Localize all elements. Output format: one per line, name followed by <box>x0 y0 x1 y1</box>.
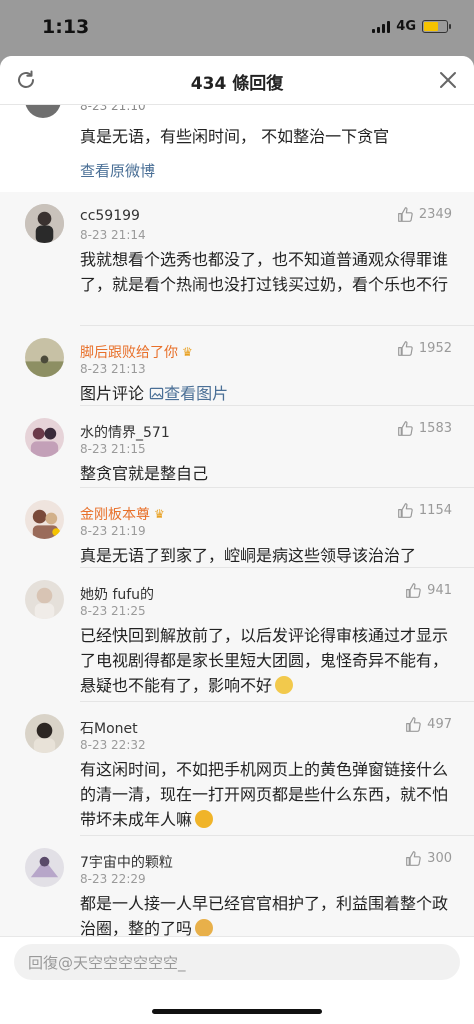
reply-input[interactable]: 回復@天空空空空空空_ <box>14 944 460 980</box>
comment-list: cc59199 8-23 21:14 2349 我就想看个选秀也都没了，也不知道… <box>0 192 474 936</box>
comment-text-label: 有这闲时间，不如把手机网页上的黄色弹窗链接什么的清一清，现在一打开网页都是些什么… <box>80 760 449 829</box>
like-button[interactable]: 2349 <box>397 206 452 223</box>
view-image-label: 查看图片 <box>164 384 229 403</box>
avatar[interactable] <box>25 204 64 243</box>
thumbs-up-icon <box>398 421 413 436</box>
comment-text-label: 都是一人接一人早已经官官相护了，利益围着整个政治圈，整的了吗 <box>80 894 449 936</box>
like-button[interactable]: 1583 <box>397 420 452 437</box>
user-name-text: 金刚板本尊 <box>80 507 150 523</box>
status-time: 1:13 <box>42 16 90 38</box>
list-item: 她奶 fufu的 8-23 21:25 941 已经快回到解放前了，以后发评论得… <box>0 568 474 702</box>
comment-text: 我就想看个选秀也都没了，也不知道普通观众得罪谁了，就是看个热闹也没打过钱买过奶，… <box>80 250 449 294</box>
thumbs-up-icon <box>406 583 421 598</box>
status-icons: 4G <box>372 19 451 34</box>
sheet-header: 434 條回復 <box>0 56 474 105</box>
list-item: 7宇宙中的颗粒 8-23 22:29 300 都是一人接一人早已经官官相护了，利… <box>0 836 474 936</box>
status-bar: 1:13 4G <box>0 0 474 56</box>
user-name[interactable]: 水的情界_571 <box>80 422 170 442</box>
user-name[interactable]: 她奶 fufu的 <box>80 584 154 604</box>
sweat-smile-emoji-icon <box>275 676 294 694</box>
avatar[interactable] <box>25 848 64 887</box>
user-name[interactable]: 石Monet <box>80 718 138 738</box>
like-button[interactable]: 497 <box>405 716 452 733</box>
image-icon <box>149 387 164 400</box>
list-item: 金刚板本尊 ♛ 8-23 21:19 1154 真是无语了到家了，崆峒是病这些领导… <box>0 488 474 568</box>
crown-icon: ♛ <box>182 345 193 359</box>
like-button[interactable]: 300 <box>405 850 452 867</box>
comment-text: 已经快回到解放前了，以后发评论得审核通过才显示了电视剧得都是家长里短大团圆，鬼怪… <box>80 623 452 698</box>
comment-time: 8-23 22:29 <box>80 872 146 886</box>
user-name[interactable]: cc59199 <box>80 208 140 224</box>
like-count: 941 <box>427 583 452 598</box>
like-button[interactable]: 1952 <box>397 340 452 357</box>
reply-bar: 回復@天空空空空空空_ <box>0 936 474 1024</box>
comment-text: 真是无语了到家了，崆峒是病这些领导该治治了 <box>80 546 417 565</box>
comment-time: 8-23 21:14 <box>80 228 146 242</box>
list-item: cc59199 8-23 21:14 2349 我就想看个选秀也都没了，也不知道… <box>0 192 474 326</box>
like-button[interactable]: 1154 <box>397 502 452 519</box>
thumbs-up-icon <box>406 717 421 732</box>
battery-icon <box>422 20 451 33</box>
comment-text: 都是一人接一人早已经官官相护了，利益围着整个政治圈，整的了吗 <box>80 891 452 936</box>
comment-text: 图片评论 查看图片 <box>80 381 452 406</box>
comment-time: 8-23 22:32 <box>80 738 146 752</box>
battery-level <box>424 22 438 31</box>
comment-text: 整贪官就是整自己 <box>80 464 209 483</box>
signal-icon <box>372 20 391 33</box>
avatar[interactable] <box>25 338 64 377</box>
close-icon <box>440 72 456 88</box>
comment-time: 8-23 21:13 <box>80 362 146 376</box>
avatar[interactable] <box>25 580 64 619</box>
like-count: 2349 <box>418 207 452 222</box>
view-image-link[interactable]: 查看图片 <box>149 384 228 403</box>
comment-time: 8-23 21:10 <box>80 104 146 113</box>
comment-text-label: 已经快回到解放前了，以后发评论得审核通过才显示了电视剧得都是家长里短大团圆，鬼怪… <box>80 626 449 695</box>
user-name[interactable]: 金刚板本尊 ♛ <box>80 504 165 524</box>
avatar[interactable] <box>25 418 64 457</box>
like-count: 1952 <box>418 341 452 356</box>
like-count: 497 <box>427 717 452 732</box>
list-item: 水的情界_571 8-23 21:15 1583 整贪官就是整自己 <box>0 406 474 488</box>
replies-sheet: 434 條回復 8-23 21:10 真是无语，有些闲时间， 不如整治一下贪官 … <box>0 56 474 1024</box>
list-item: 石Monet 8-23 22:32 497 有这闲时间，不如把手机网页上的黄色弹… <box>0 702 474 836</box>
comment-text-label: 图片评论 <box>80 384 145 403</box>
like-count: 300 <box>427 851 452 866</box>
yum-emoji-icon <box>195 810 214 828</box>
like-count: 1154 <box>418 503 452 518</box>
thumbs-up-icon <box>398 207 413 222</box>
page-title: 434 條回復 <box>190 74 284 94</box>
comment-text: 有这闲时间，不如把手机网页上的黄色弹窗链接什么的清一清，现在一打开网页都是些什么… <box>80 757 452 832</box>
comment-text: 真是无语，有些闲时间， 不如整治一下贪官 <box>80 127 390 146</box>
thumbs-up-icon <box>398 503 413 518</box>
view-original-link[interactable]: 查看原微博 <box>80 160 155 181</box>
user-name-text: 脚后跟败给了你 <box>80 345 178 361</box>
network-label: 4G <box>396 19 416 34</box>
home-indicator[interactable] <box>152 1009 322 1014</box>
parent-comment: 8-23 21:10 真是无语，有些闲时间， 不如整治一下贪官 查看原微博 <box>0 104 474 192</box>
crown-icon: ♛ <box>154 507 165 521</box>
like-count: 1583 <box>418 421 452 436</box>
doge-emoji-icon <box>195 919 214 936</box>
comment-time: 8-23 21:19 <box>80 524 146 538</box>
thumbs-up-icon <box>406 851 421 866</box>
like-button[interactable]: 941 <box>405 582 452 599</box>
list-item: 脚后跟败给了你 ♛ 8-23 21:13 1952 图片评论 查看图片 <box>0 326 474 406</box>
avatar[interactable] <box>25 714 64 753</box>
comment-time: 8-23 21:15 <box>80 442 146 456</box>
user-name[interactable]: 脚后跟败给了你 ♛ <box>80 342 193 362</box>
comment-time: 8-23 21:25 <box>80 604 146 618</box>
thumbs-up-icon <box>398 341 413 356</box>
avatar[interactable] <box>25 500 64 539</box>
avatar[interactable] <box>25 104 61 118</box>
close-button[interactable] <box>436 68 460 92</box>
user-name[interactable]: 7宇宙中的颗粒 <box>80 852 173 872</box>
